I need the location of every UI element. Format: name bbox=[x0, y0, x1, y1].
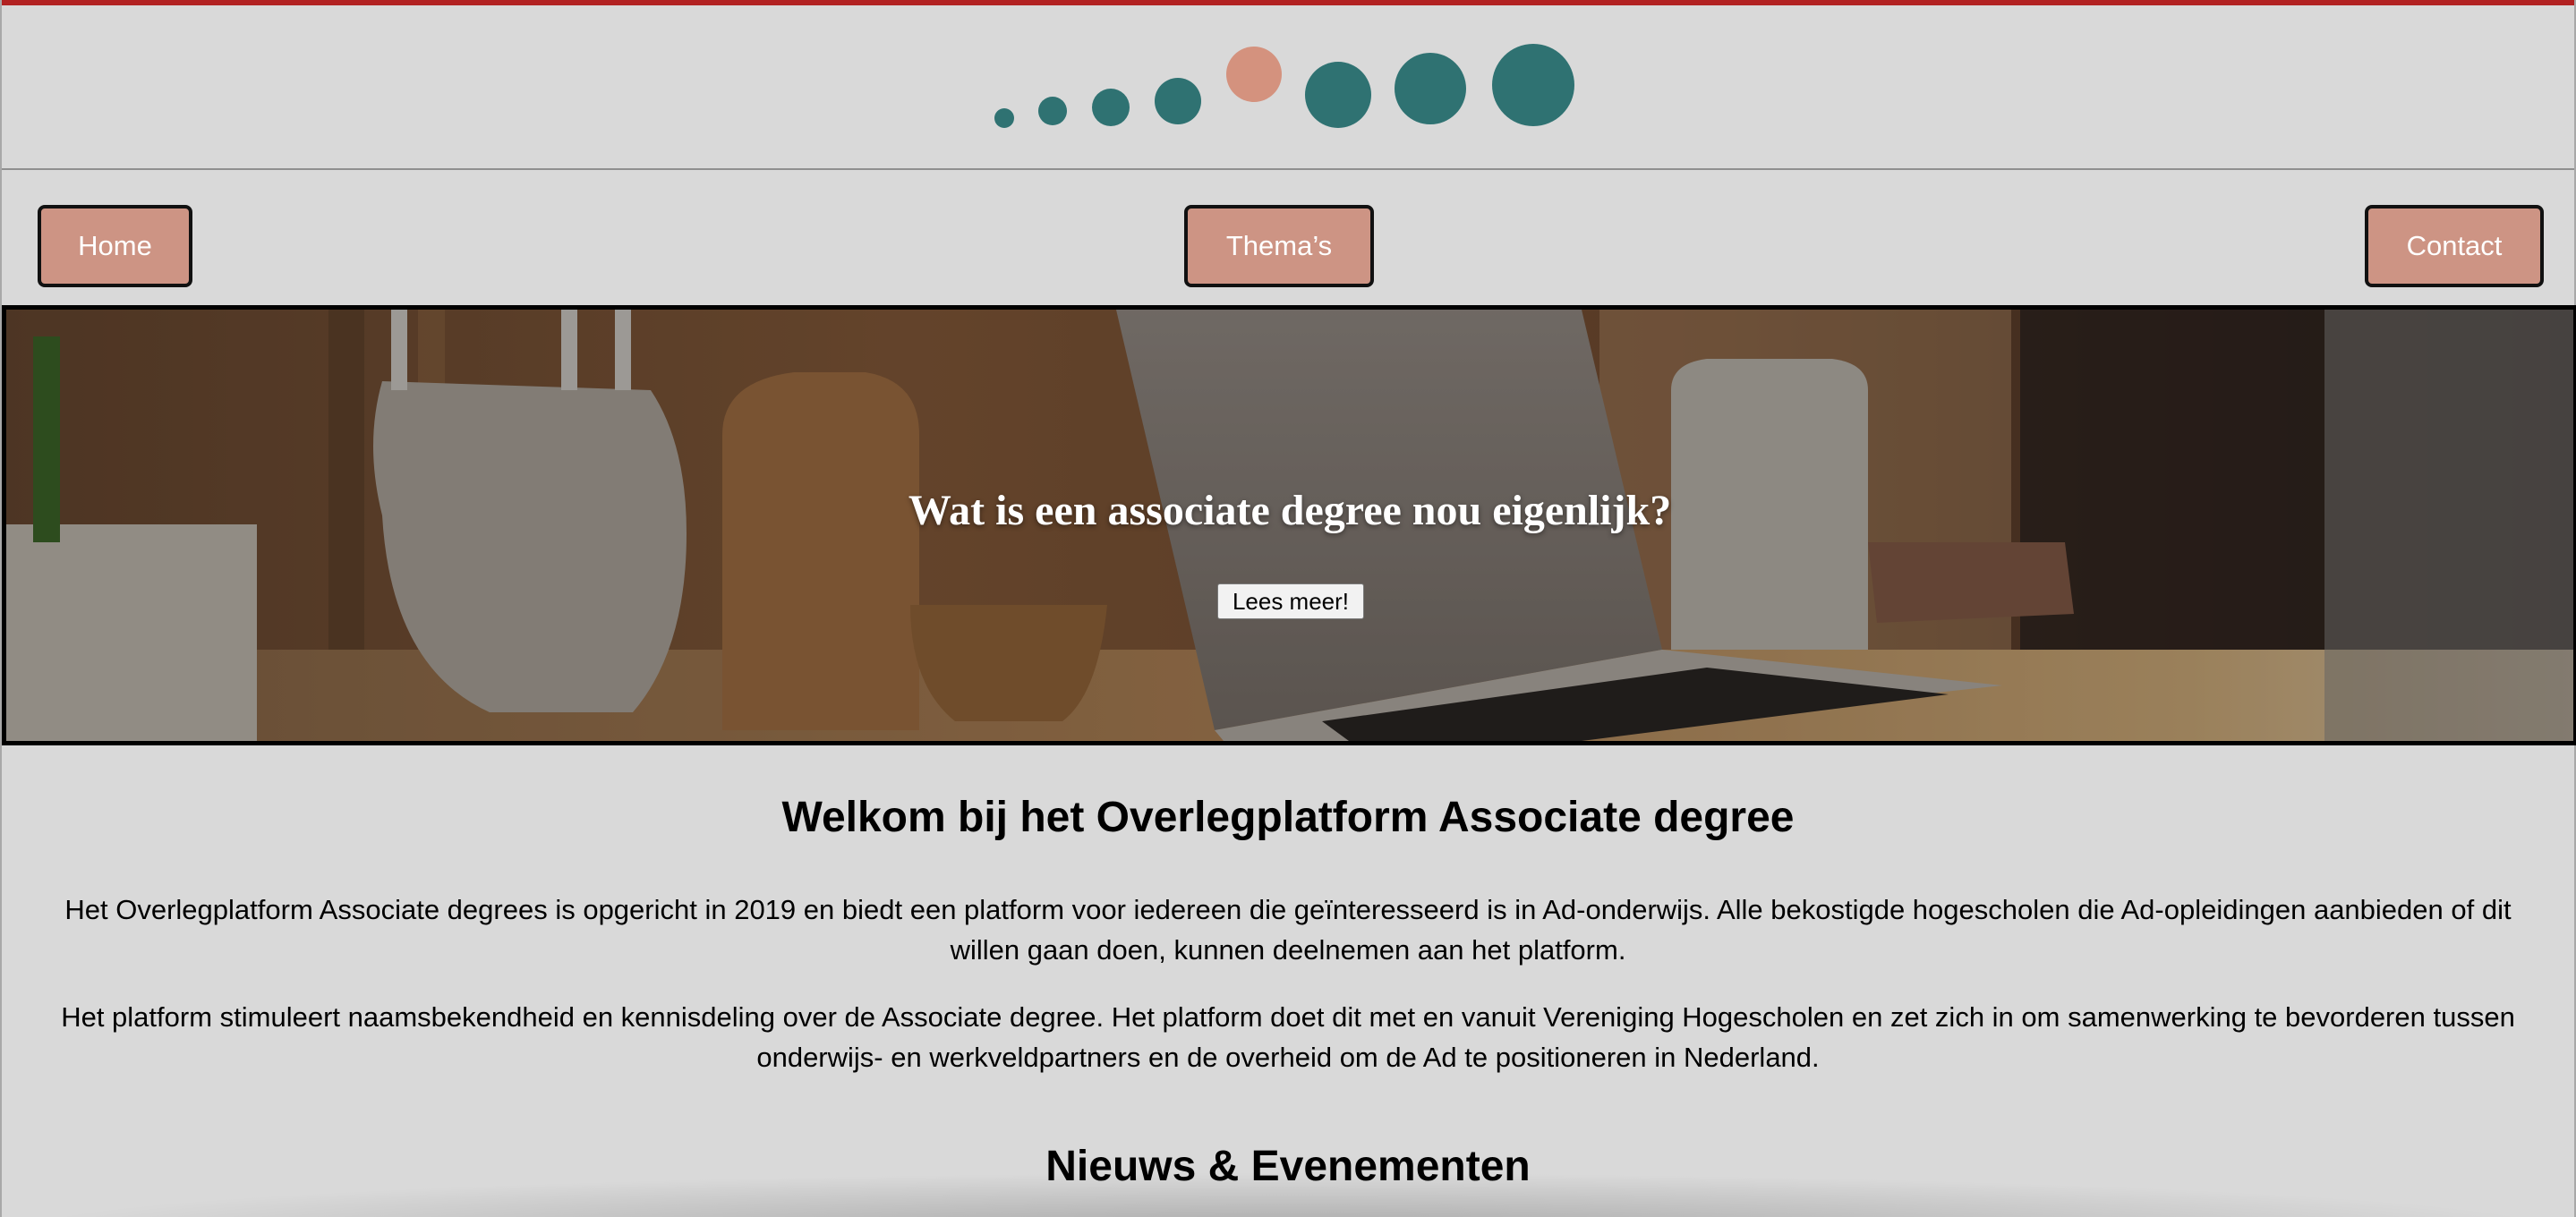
welcome-heading: Welkom bij het Overlegplatform Associate… bbox=[781, 794, 1795, 841]
logo-dot bbox=[1226, 47, 1282, 102]
logo-dot bbox=[994, 108, 1014, 128]
logo-dot bbox=[1092, 89, 1130, 126]
hero-banner: Wat is een associate degree nou eigenlij… bbox=[2, 305, 2576, 745]
read-more-button[interactable]: Lees meer! bbox=[1217, 583, 1364, 619]
logo-dot bbox=[1305, 62, 1371, 128]
header-divider bbox=[2, 168, 2574, 170]
nav-contact-button[interactable]: Contact bbox=[2365, 205, 2544, 287]
intro-paragraph: Het Overlegplatform Associate degrees is… bbox=[64, 894, 2512, 966]
nav-themes-button[interactable]: Thema’s bbox=[1184, 205, 1374, 287]
logo-dot bbox=[1038, 97, 1067, 125]
hero-title: Wat is een associate degree nou eigenlij… bbox=[908, 487, 1672, 534]
logo-dot bbox=[1492, 44, 1574, 126]
logo-dot bbox=[1155, 78, 1201, 124]
logo-dot bbox=[1395, 53, 1466, 124]
nav-home-button[interactable]: Home bbox=[38, 205, 192, 287]
news-events-heading: Nieuws & Evenementen bbox=[1045, 1143, 1531, 1190]
logo[interactable] bbox=[2, 5, 2574, 169]
page: Home Thema’s Contact Wat is een associat… bbox=[0, 0, 2576, 1217]
platform-paragraph: Het platform stimuleert naamsbekendheid … bbox=[61, 1001, 2515, 1073]
